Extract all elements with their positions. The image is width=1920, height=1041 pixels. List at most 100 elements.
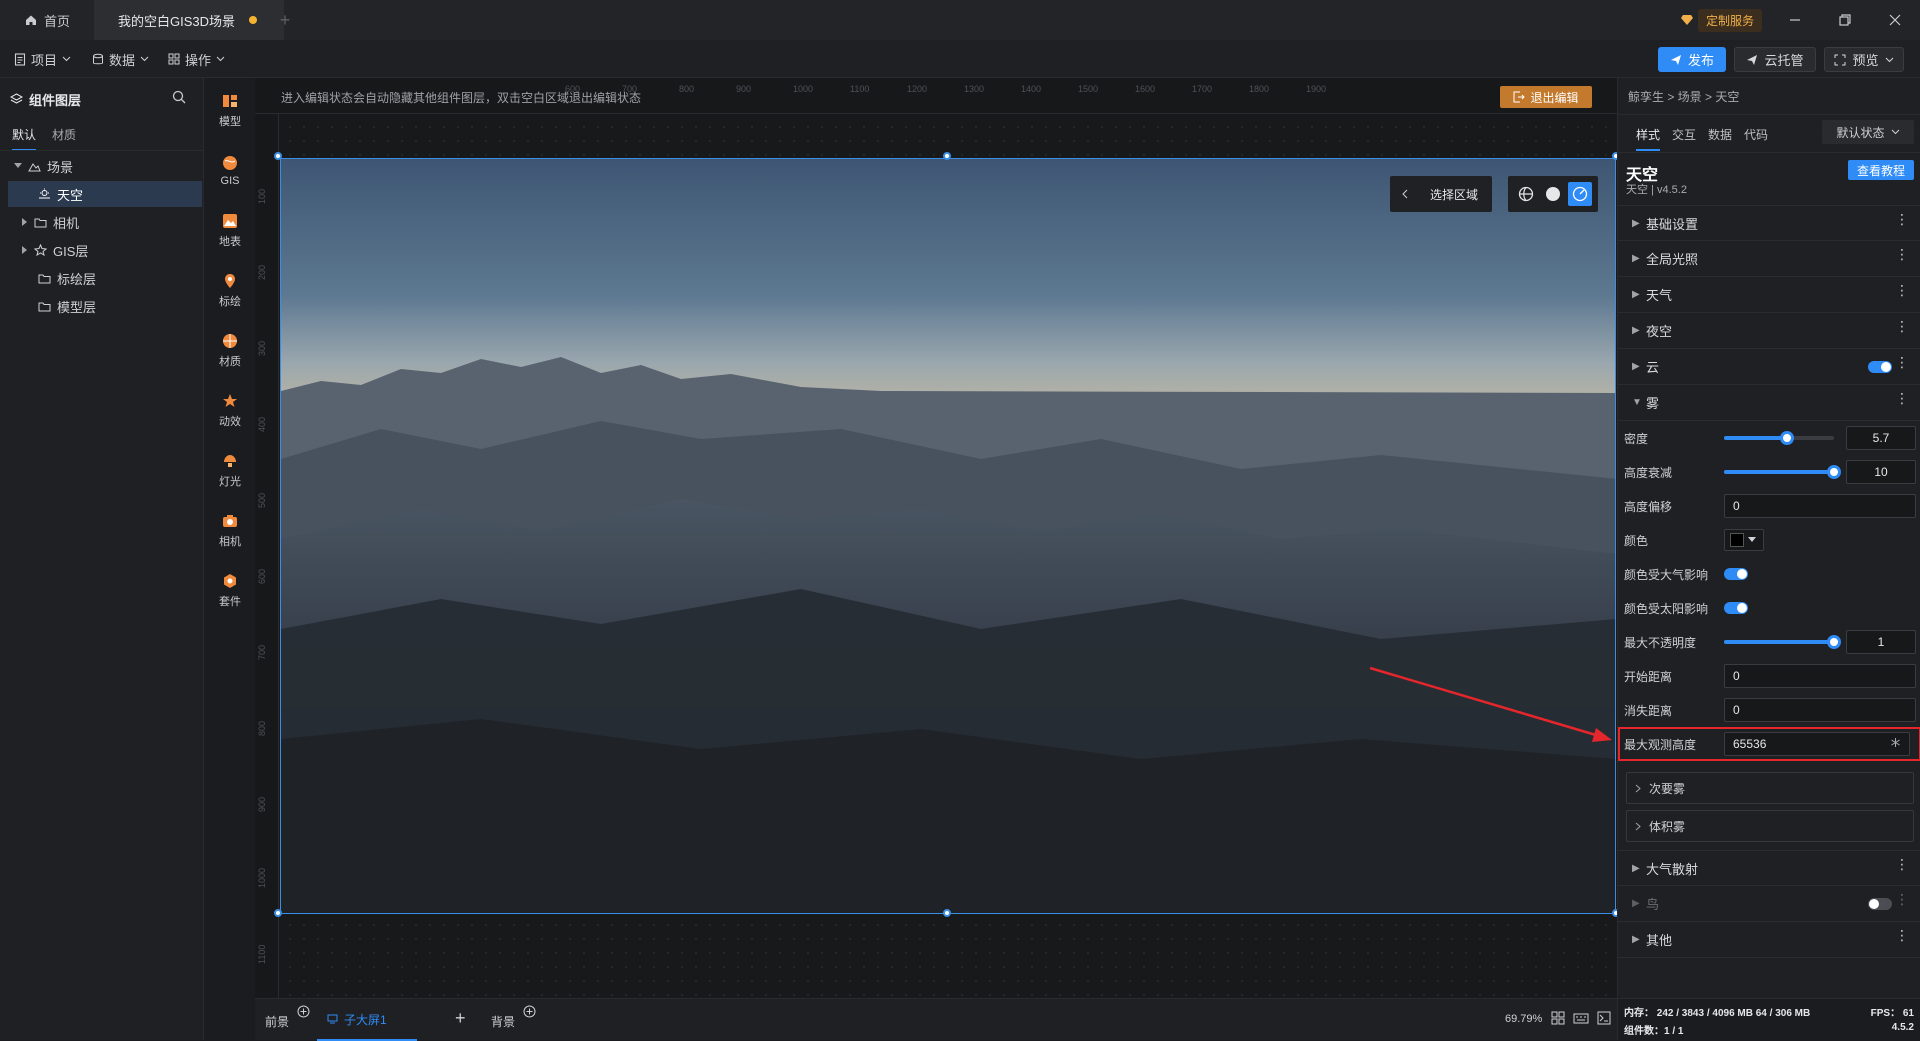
tab-style[interactable]: 样式 (1636, 126, 1661, 151)
slider-knob[interactable] (1779, 431, 1794, 445)
section-weather[interactable]: ▶ 天气 ⋮ (1618, 277, 1920, 313)
screen-tab[interactable]: 子大屏1 (317, 999, 417, 1041)
scene-viewport[interactable] (280, 158, 1616, 914)
add-circle-icon[interactable] (297, 1005, 310, 1018)
bird-toggle[interactable] (1868, 898, 1892, 910)
unsaved-dot (249, 16, 258, 24)
globe-view-icon[interactable] (1514, 182, 1538, 206)
layer-tab-default[interactable]: 默认 (12, 126, 37, 151)
zoom-level[interactable]: 69.79% (1505, 1013, 1542, 1025)
resize-handle[interactable] (274, 152, 282, 160)
section-global-illumination[interactable]: ▶ 全局光照 ⋮ (1618, 241, 1920, 277)
select-area-button[interactable]: 选择区域 (1390, 176, 1492, 212)
add-screen-button[interactable]: + (455, 1009, 466, 1027)
fog-max-height-input[interactable]: 65536 (1724, 732, 1910, 756)
background-layer-label[interactable]: 背景 (491, 1013, 515, 1030)
tool-label: 灯光 (219, 476, 241, 488)
menu-data[interactable]: 数据 (92, 40, 149, 78)
more-vertical-icon[interactable]: ⋮ (1895, 212, 1909, 226)
tree-item-model-layer[interactable]: 模型层 (8, 293, 202, 319)
tab-scene[interactable]: 我的空白GIS3D场景 (94, 0, 284, 40)
close-window-button[interactable] (1880, 8, 1910, 32)
tree-item-scene[interactable]: 场景 (8, 153, 202, 179)
exit-edit-button[interactable]: 退出编辑 (1500, 86, 1592, 108)
tutorial-button[interactable]: 查看教程 (1848, 160, 1914, 180)
fog-sun-toggle[interactable] (1724, 602, 1748, 614)
minimize-button[interactable] (1780, 8, 1810, 32)
section-night-sky[interactable]: ▶ 夜空 ⋮ (1618, 313, 1920, 349)
tool-light[interactable]: 灯光 (205, 444, 255, 498)
resize-handle[interactable] (274, 909, 282, 917)
fullscreen-icon (1834, 54, 1846, 66)
more-vertical-icon[interactable]: ⋮ (1895, 283, 1909, 297)
tab-code[interactable]: 代码 (1744, 126, 1768, 143)
fog-density-slider[interactable] (1724, 431, 1834, 445)
front-layer-label[interactable]: 前景 (265, 1013, 289, 1030)
tab-data[interactable]: 数据 (1708, 126, 1732, 143)
tool-terrain[interactable]: 地表 (205, 204, 255, 258)
menu-operation[interactable]: 操作 (168, 40, 225, 78)
more-vertical-icon[interactable]: ⋮ (1895, 892, 1909, 906)
tool-material[interactable]: 材质 (205, 324, 255, 378)
more-vertical-icon[interactable]: ⋮ (1895, 247, 1909, 261)
add-tab-button[interactable]: + (270, 0, 300, 40)
fog-atmos-toggle[interactable] (1724, 568, 1748, 580)
fog-max-opacity-slider[interactable] (1724, 635, 1841, 649)
fog-height-falloff-input[interactable]: 10 (1846, 460, 1916, 484)
fog-color-picker[interactable] (1724, 529, 1764, 551)
fog-height-falloff-slider[interactable] (1724, 465, 1841, 479)
section-fog[interactable]: ▼ 雾 ⋮ (1618, 385, 1920, 421)
preview-button[interactable]: 预览 (1824, 47, 1904, 72)
search-icon[interactable] (172, 90, 186, 104)
cloud-toggle[interactable] (1868, 361, 1892, 373)
more-vertical-icon[interactable]: ⋮ (1895, 857, 1909, 871)
section-cloud[interactable]: ▶ 云 ⋮ (1618, 349, 1920, 385)
tree-item-plot-layer[interactable]: 标绘层 (8, 265, 202, 291)
tab-interaction[interactable]: 交互 (1672, 126, 1696, 143)
fog-max-height-row: 最大观测高度 65536 (1618, 727, 1920, 761)
tool-kit[interactable]: 套件 (205, 564, 255, 618)
resize-handle[interactable] (943, 152, 951, 160)
tool-gis[interactable]: GIS (205, 144, 255, 198)
sphere-view-icon[interactable] (1541, 182, 1565, 206)
section-bird[interactable]: ▶ 鸟 ⋮ (1618, 886, 1920, 922)
fog-max-opacity-input[interactable]: 1 (1846, 630, 1916, 654)
fit-screen-icon[interactable] (1551, 1011, 1565, 1025)
tool-camera[interactable]: 相机 (205, 504, 255, 558)
slider-knob[interactable] (1827, 465, 1841, 479)
section-other[interactable]: ▶ 其他 ⋮ (1618, 922, 1920, 958)
more-vertical-icon[interactable]: ⋮ (1895, 355, 1909, 369)
add-circle-icon[interactable] (523, 1005, 536, 1018)
subsection-secondary-fog[interactable]: 次要雾 (1626, 772, 1914, 804)
restore-button[interactable] (1830, 8, 1860, 32)
subsection-volumetric-fog[interactable]: 体积雾 (1626, 810, 1914, 842)
layer-tab-material[interactable]: 材质 (52, 126, 76, 143)
fog-start-input[interactable]: 0 (1724, 664, 1916, 688)
tool-plot[interactable]: 标绘 (205, 264, 255, 318)
slider-knob[interactable] (1827, 635, 1841, 649)
tree-item-sky[interactable]: 天空 (8, 181, 202, 207)
terminal-icon[interactable] (1597, 1011, 1611, 1025)
section-basic-settings[interactable]: ▶ 基础设置 ⋮ (1618, 205, 1920, 241)
fog-height-offset-input[interactable]: 0 (1724, 494, 1916, 518)
section-atmosphere-scattering[interactable]: ▶ 大气散射 ⋮ (1618, 850, 1920, 886)
resize-handle[interactable] (943, 909, 951, 917)
more-vertical-icon[interactable]: ⋮ (1895, 319, 1909, 333)
tool-model[interactable]: 模型 (205, 84, 255, 138)
more-vertical-icon[interactable]: ⋮ (1895, 928, 1909, 942)
custom-service-button[interactable]: 定制服务 (1680, 8, 1763, 32)
fog-vanish-input[interactable]: 0 (1724, 698, 1916, 722)
keyboard-icon[interactable] (1573, 1011, 1589, 1025)
orbit-view-icon[interactable] (1568, 182, 1592, 206)
publish-button[interactable]: 发布 (1658, 47, 1726, 72)
more-vertical-icon[interactable]: ⋮ (1895, 391, 1909, 405)
cloud-hosting-button[interactable]: 云托管 (1734, 47, 1816, 72)
tool-effect[interactable]: 动效 (205, 384, 255, 438)
state-select[interactable]: 默认状态 (1822, 120, 1914, 144)
tab-home[interactable]: 首页 (14, 0, 94, 40)
document-icon (14, 52, 26, 66)
tree-item-gis-layer[interactable]: GIS层 (8, 237, 202, 263)
fog-density-input[interactable]: 5.7 (1846, 426, 1916, 450)
menu-project[interactable]: 项目 (14, 40, 71, 78)
tree-item-camera[interactable]: 相机 (8, 209, 202, 235)
